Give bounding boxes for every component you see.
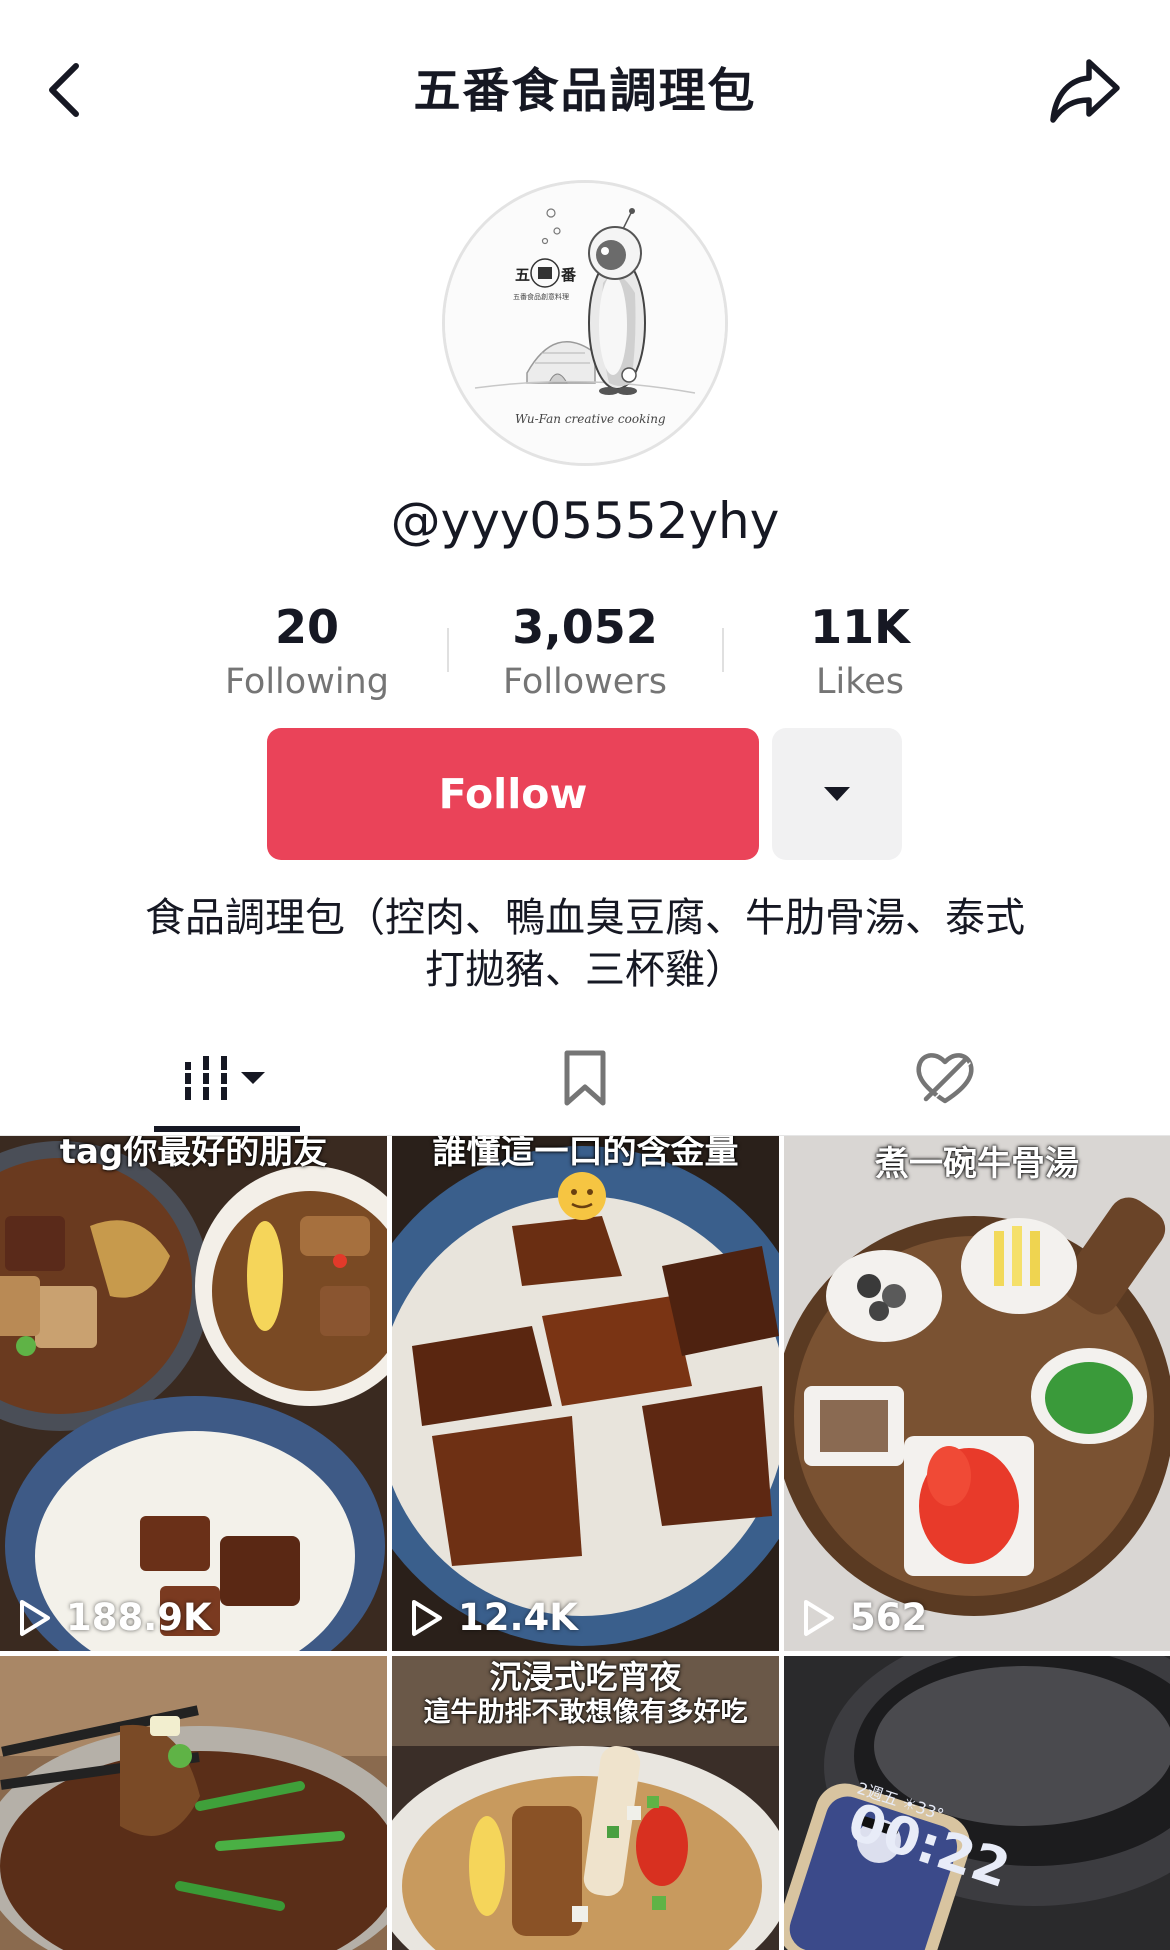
suggested-accounts-button[interactable]: [772, 728, 902, 860]
tab-favorites[interactable]: [520, 1020, 650, 1136]
play-icon: [412, 1599, 442, 1636]
page-title: 五番食品調理包: [413, 64, 757, 119]
caret-down-icon: [824, 787, 850, 801]
profile-tabs: [0, 1020, 1170, 1136]
view-count-text: 562: [850, 1596, 928, 1639]
play-icon: [804, 1599, 834, 1636]
video-tile[interactable]: 2週五 ☀33° 00:22: [784, 1656, 1170, 1950]
tab-active-indicator: [154, 1126, 300, 1132]
video-caption: 煮一碗牛骨湯: [875, 1144, 1079, 1184]
video-thumbnail: [392, 1136, 779, 1651]
avatar-logo-right: 番: [560, 266, 577, 284]
following-count: 20: [274, 600, 339, 654]
video-grid: tag你最好的朋友 188.9K 誰懂這一口的含金量 12.4K 煮一碗牛骨湯 …: [0, 1136, 1170, 1950]
profile-bio: 食品調理包（控肉、鴨血臭豆腐、牛肋骨湯、泰式 打拋豬、三杯雞）: [80, 892, 1090, 996]
followers-count: 3,052: [512, 600, 658, 654]
video-tile[interactable]: [0, 1656, 387, 1950]
view-count: 12.4K: [410, 1596, 578, 1639]
tab-videos[interactable]: [154, 1020, 300, 1136]
svg-text:五番食品創意料理: 五番食品創意料理: [513, 292, 569, 301]
video-thumbnail: [784, 1136, 1170, 1651]
avatar-logo-left: 五: [515, 266, 530, 284]
follow-button[interactable]: Follow: [267, 728, 759, 860]
view-count: 562: [802, 1596, 927, 1639]
share-button[interactable]: [1045, 50, 1125, 130]
grid-bars-icon: [185, 1056, 265, 1100]
likes-label: Likes: [815, 662, 904, 702]
video-tile[interactable]: 煮一碗牛骨湯 562: [784, 1136, 1170, 1651]
avatar-illustration: 五 番 五番食品創意料理 Wu-Fan creative cooking: [445, 183, 725, 463]
following-label: Following: [225, 662, 389, 702]
video-caption-secondary: 這牛肋排不敢想像有多好吃: [423, 1697, 748, 1728]
avatar[interactable]: 五 番 五番食品創意料理 Wu-Fan creative cooking: [442, 180, 728, 466]
likes-count: 11K: [810, 600, 910, 654]
video-caption: tag你最好的朋友: [59, 1136, 328, 1172]
video-thumbnail: [0, 1656, 387, 1950]
stat-likes: 11K Likes: [720, 598, 1000, 708]
svg-text:Wu-Fan creative cooking: Wu-Fan creative cooking: [515, 412, 666, 426]
video-thumbnail: [784, 1656, 1170, 1950]
bio-line-1: 食品調理包（控肉、鴨血臭豆腐、牛肋骨湯、泰式: [145, 895, 1025, 941]
video-tile[interactable]: tag你最好的朋友 188.9K: [0, 1136, 387, 1651]
view-count-text: 12.4K: [458, 1596, 578, 1639]
view-count-text: 188.9K: [66, 1596, 212, 1639]
video-tile[interactable]: 誰懂這一口的含金量 12.4K: [392, 1136, 779, 1651]
view-count: 188.9K: [18, 1596, 212, 1639]
video-tile[interactable]: 沉浸式吃宵夜 這牛肋排不敢想像有多好吃: [392, 1656, 779, 1950]
stat-following[interactable]: 20 Following: [167, 598, 447, 708]
bookmark-icon: [564, 1050, 606, 1106]
bio-line-2: 打拋豬、三杯雞）: [425, 947, 745, 993]
followers-label: Followers: [503, 662, 667, 702]
video-thumbnail: [0, 1136, 387, 1651]
play-icon: [20, 1599, 50, 1636]
heart-hidden-icon: [916, 1053, 974, 1104]
stat-followers[interactable]: 3,052 Followers: [445, 598, 725, 708]
share-arrow-icon: [1050, 59, 1120, 123]
tab-liked[interactable]: [880, 1020, 1010, 1136]
video-caption: 誰懂這一口的含金量: [432, 1136, 739, 1172]
username: @yyy05552yhy: [390, 492, 780, 550]
top-bar: 五番食品調理包: [0, 0, 1170, 180]
